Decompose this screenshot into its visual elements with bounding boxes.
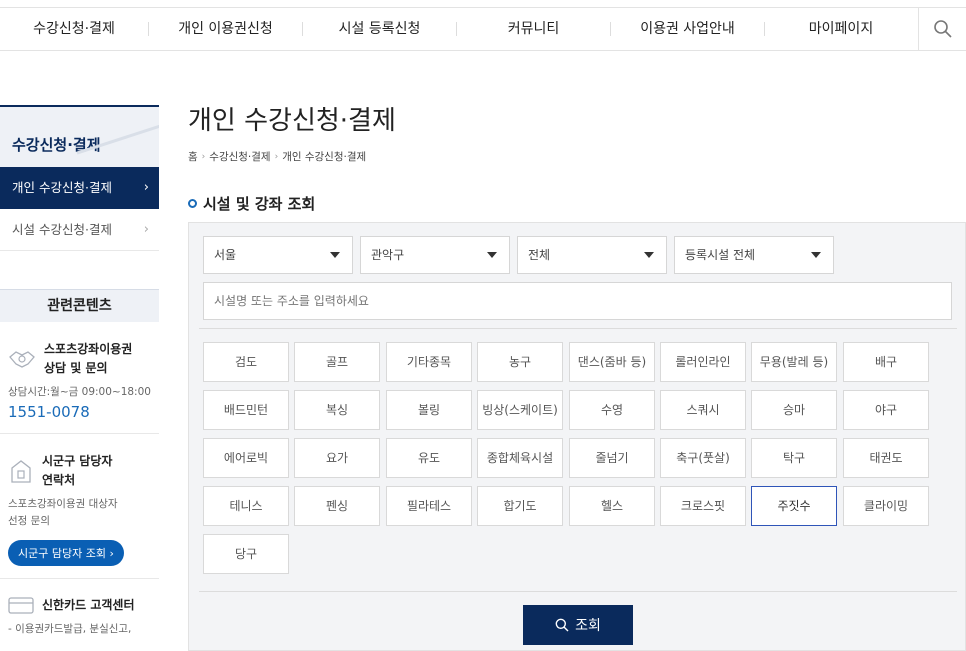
district-contact-button[interactable]: 시군구 담당자 조회 › xyxy=(8,540,124,566)
sport-chip[interactable]: 줄넘기 xyxy=(569,438,655,478)
sport-chip[interactable]: 야구 xyxy=(843,390,929,430)
breadcrumb-course[interactable]: 수강신청·결제 xyxy=(209,149,270,164)
consult-hours: 상담시간:월~금 09:00~18:00 xyxy=(8,386,151,398)
consult-phone[interactable]: 1551-0078 xyxy=(8,403,159,421)
sport-chip[interactable]: 종합체육시설 xyxy=(477,438,563,478)
search-button[interactable] xyxy=(918,7,966,51)
sport-chip[interactable]: 롤러인라인 xyxy=(660,342,746,382)
category-select-value: 전체 xyxy=(528,248,551,262)
sport-chip[interactable]: 필라테스 xyxy=(386,486,472,526)
card-center-title: 신한카드 고객센터 xyxy=(42,597,135,612)
sport-chip[interactable]: 태권도 xyxy=(843,438,929,478)
caret-down-icon xyxy=(487,252,497,258)
region-select[interactable]: 서울 xyxy=(203,236,353,274)
sport-chip[interactable]: 유도 xyxy=(386,438,472,478)
sidebar-item-label: 시설 수강신청·결제 xyxy=(12,222,112,237)
nav-course-payment[interactable]: 수강신청·결제 xyxy=(0,7,148,51)
sport-chip[interactable]: 당구 xyxy=(203,534,289,574)
sport-chip[interactable]: 무용(발레 등) xyxy=(751,342,837,382)
caret-down-icon xyxy=(330,252,340,258)
sport-chip[interactable]: 크로스핏 xyxy=(660,486,746,526)
consult-subtitle: 상담 및 문의 xyxy=(44,361,108,375)
sidebar: 수강신청·결제 개인 수강신청·결제 › 시설 수강신청·결제 › 관련콘텐츠 … xyxy=(0,105,159,650)
related-content-title: 관련콘텐츠 xyxy=(0,289,159,322)
divider xyxy=(199,328,957,329)
caret-down-icon xyxy=(644,252,654,258)
nav-business-info[interactable]: 이용권 사업안내 xyxy=(611,7,764,51)
card-icon xyxy=(8,597,34,614)
sport-chip[interactable]: 탁구 xyxy=(751,438,837,478)
facility-select[interactable]: 등록시설 전체 xyxy=(674,236,834,274)
sport-chip[interactable]: 기타종목 xyxy=(386,342,472,382)
district-contact-desc: 선정 문의 xyxy=(8,515,50,527)
sport-chip[interactable]: 배구 xyxy=(843,342,929,382)
breadcrumb-current: 개인 수강신청·결제 xyxy=(282,151,367,163)
sidebar-item-label: 개인 수강신청·결제 xyxy=(12,180,112,195)
sport-chip[interactable]: 댄스(줌바 등) xyxy=(569,342,655,382)
chevron-right-icon: › xyxy=(143,222,149,237)
sport-chip[interactable]: 골프 xyxy=(294,342,380,382)
breadcrumb: 홈 › 수강신청·결제 › 개인 수강신청·결제 xyxy=(188,149,396,164)
section-title: 시설 및 강좌 조회 xyxy=(188,193,315,214)
card-center-block: 신한카드 고객센터 - 이용권카드발급, 분실신고, xyxy=(0,579,159,650)
nav-mypage[interactable]: 마이페이지 xyxy=(765,7,917,51)
sport-chip[interactable]: 주짓수 xyxy=(751,486,837,526)
sport-chip[interactable]: 배드민턴 xyxy=(203,390,289,430)
sport-chip[interactable]: 펜싱 xyxy=(294,486,380,526)
handshake-icon xyxy=(9,351,35,368)
sport-chip[interactable]: 테니스 xyxy=(203,486,289,526)
district-select[interactable]: 관악구 xyxy=(360,236,510,274)
search-icon xyxy=(933,20,952,38)
caret-down-icon xyxy=(811,252,821,258)
facility-search-input[interactable] xyxy=(203,282,952,320)
chevron-right-icon: › xyxy=(143,180,149,195)
sport-chip[interactable]: 농구 xyxy=(477,342,563,382)
district-contact-title: 시군구 담당자 xyxy=(42,454,113,468)
bullet-icon xyxy=(188,199,197,208)
sport-chip[interactable]: 승마 xyxy=(751,390,837,430)
district-contact-desc: 스포츠강좌이용권 대상자 xyxy=(8,498,118,510)
page-title: 개인 수강신청·결제 xyxy=(188,106,396,136)
search-panel: 서울 관악구 전체 등록시설 전체 검도골프기타종목농구댄스(줌바 등)롤러인라… xyxy=(188,222,966,651)
sport-chip[interactable]: 합기도 xyxy=(477,486,563,526)
nav-facility-registration[interactable]: 시설 등록신청 xyxy=(303,7,456,51)
district-contact-subtitle: 연락처 xyxy=(42,473,76,487)
sport-chip[interactable]: 스쿼시 xyxy=(660,390,746,430)
region-select-value: 서울 xyxy=(214,248,237,262)
breadcrumb-home[interactable]: 홈 xyxy=(188,149,198,164)
consult-title: 스포츠강좌이용권 xyxy=(44,342,133,356)
search-submit-label: 조회 xyxy=(575,618,601,634)
nav-personal-voucher[interactable]: 개인 이용권신청 xyxy=(149,7,302,51)
district-select-value: 관악구 xyxy=(371,248,405,262)
sport-chip[interactable]: 에어로빅 xyxy=(203,438,289,478)
search-submit-button[interactable]: 조회 xyxy=(523,605,633,645)
consult-block: 스포츠강좌이용권 상담 및 문의 상담시간:월~금 09:00~18:00 15… xyxy=(0,322,159,434)
nav-community[interactable]: 커뮤니티 xyxy=(457,7,610,51)
top-navigation: 수강신청·결제 개인 이용권신청 시설 등록신청 커뮤니티 이용권 사업안내 마… xyxy=(0,7,966,51)
sidebar-header: 수강신청·결제 xyxy=(0,105,159,167)
sport-chip[interactable]: 요가 xyxy=(294,438,380,478)
sport-chip[interactable]: 검도 xyxy=(203,342,289,382)
breadcrumb-separator-icon: › xyxy=(274,151,279,162)
sport-chip[interactable]: 빙상(스케이트) xyxy=(477,390,563,430)
sport-chip[interactable]: 축구(풋살) xyxy=(660,438,746,478)
sport-chip[interactable]: 볼링 xyxy=(386,390,472,430)
breadcrumb-separator-icon: › xyxy=(201,151,206,162)
building-icon xyxy=(11,460,31,483)
district-contact-block: 시군구 담당자 연락처 스포츠강좌이용권 대상자 선정 문의 시군구 담당자 조… xyxy=(0,434,159,579)
divider xyxy=(199,591,957,592)
sidebar-item-personal-course[interactable]: 개인 수강신청·결제 › xyxy=(0,167,159,209)
sport-chip[interactable]: 클라이밍 xyxy=(843,486,929,526)
category-select[interactable]: 전체 xyxy=(517,236,667,274)
facility-select-value: 등록시설 전체 xyxy=(685,248,756,262)
sidebar-item-facility-course[interactable]: 시설 수강신청·결제 › xyxy=(0,209,159,251)
sport-chip[interactable]: 수영 xyxy=(569,390,655,430)
main-header: 개인 수강신청·결제 홈 › 수강신청·결제 › 개인 수강신청·결제 xyxy=(188,100,396,164)
section-title-text: 시설 및 강좌 조회 xyxy=(203,195,316,213)
sport-chip[interactable]: 헬스 xyxy=(569,486,655,526)
sport-chip[interactable]: 복싱 xyxy=(294,390,380,430)
card-center-desc: - 이용권카드발급, 분실신고, xyxy=(8,623,132,635)
search-icon xyxy=(555,618,569,632)
